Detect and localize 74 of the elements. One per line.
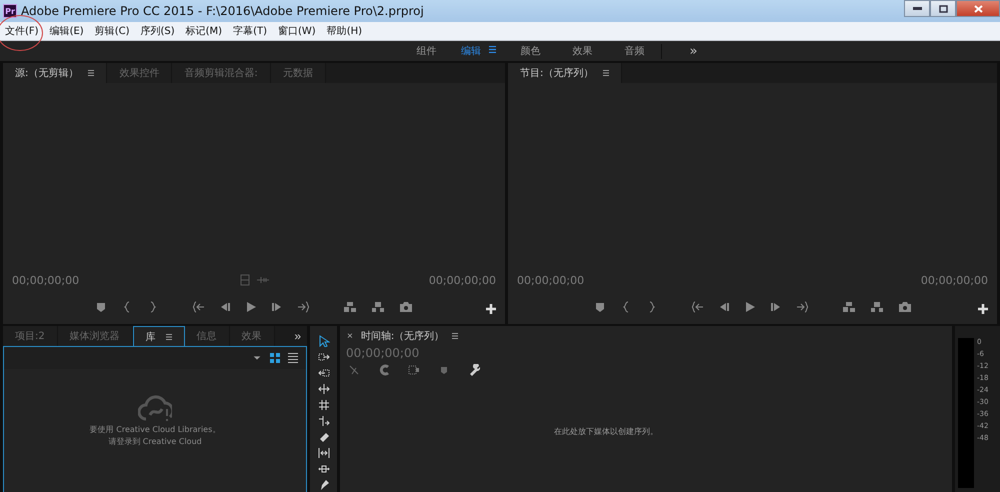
menu-icon[interactable] — [452, 333, 458, 339]
step-forward-icon[interactable] — [770, 301, 782, 313]
close-button[interactable] — [956, 0, 1000, 17]
marker-icon[interactable] — [438, 364, 450, 376]
list-view-icon[interactable] — [288, 353, 298, 363]
menu-item[interactable]: 文件(F) — [4, 24, 40, 38]
menu-icon[interactable] — [603, 70, 610, 76]
camera-icon[interactable] — [399, 301, 413, 313]
menu-item[interactable]: 字幕(T) — [232, 24, 268, 38]
maximize-button[interactable] — [930, 0, 956, 17]
overwrite-icon[interactable] — [371, 301, 385, 313]
go-to-in-icon[interactable] — [692, 301, 704, 313]
menu-icon[interactable] — [88, 70, 94, 76]
magnet-icon[interactable] — [378, 364, 390, 376]
menu-item[interactable]: 帮助(H) — [326, 24, 364, 38]
step-forward-icon[interactable] — [271, 301, 283, 313]
extract-icon[interactable] — [870, 301, 884, 313]
go-to-out-icon[interactable] — [297, 301, 309, 313]
close-button[interactable]: × — [347, 330, 353, 342]
app-logo-icon: Pr — [3, 4, 17, 18]
drop-hint: 在此处放下媒体以创建序列。 — [553, 426, 659, 437]
slip-tool-button[interactable] — [316, 446, 330, 460]
menu-item[interactable]: 剪辑(C) — [94, 24, 130, 38]
grid-view-icon[interactable] — [270, 353, 280, 363]
timecode: 00;00;00;00 — [517, 274, 584, 286]
insert-icon[interactable] — [343, 301, 357, 313]
marker-icon[interactable] — [594, 301, 606, 313]
overflow-button[interactable]: » — [288, 326, 307, 346]
go-to-in-icon[interactable] — [193, 301, 205, 313]
panel-tab[interactable]: 节目:（无序列） — [508, 63, 622, 83]
menu-icon[interactable] — [489, 46, 496, 53]
razor-split-tool-button[interactable] — [316, 414, 330, 428]
menu-item[interactable]: 序列(S) — [139, 24, 176, 38]
workspace-tab[interactable]: 音频 — [608, 43, 661, 59]
menu-item[interactable]: 窗口(W) — [277, 24, 317, 38]
step-back-icon[interactable] — [219, 301, 231, 313]
sign-in-message: 要使用 Creative Cloud Libraries。 — [90, 424, 220, 434]
linked-selection-icon[interactable] — [408, 364, 420, 376]
selection-tool-button[interactable] — [316, 334, 330, 348]
workspace-tab[interactable]: 颜色 — [504, 43, 557, 59]
workspace-tab[interactable]: 效果 — [556, 43, 609, 59]
add-icon[interactable] — [977, 303, 989, 315]
menu-icon[interactable] — [166, 334, 172, 340]
timecode: 00;00;00;00 — [12, 274, 80, 286]
rate-tool-button[interactable] — [316, 398, 330, 412]
minimize-icon — [912, 7, 922, 10]
window-title: Adobe Premiere Pro CC 2015 - F:\2016\Adobe Premiere Pro\2.prproj — [21, 4, 425, 18]
close-icon — [974, 4, 982, 12]
add-icon[interactable] — [485, 303, 497, 315]
workspace-tab[interactable]: 编辑 — [452, 43, 505, 59]
camera-icon[interactable] — [898, 301, 912, 313]
timecode: 00;00;00;00 — [345, 346, 420, 360]
panel-tab[interactable]: 源:（无剪辑） — [3, 63, 108, 83]
overflow-button[interactable]: » — [660, 44, 710, 58]
creative-cloud-icon — [138, 394, 172, 422]
go-to-out-icon[interactable] — [796, 301, 808, 313]
timecode: 00;00;00;00 — [920, 274, 988, 286]
menu-item[interactable]: 标记(M) — [184, 24, 224, 38]
timecode: 00;00;00;00 — [428, 274, 496, 286]
wrench-icon[interactable] — [468, 364, 480, 376]
panel-title: 时间轴:（无序列） — [360, 330, 444, 343]
sign-in-message: 请登录到 Creative Cloud — [108, 436, 202, 446]
step-back-icon[interactable] — [718, 301, 730, 313]
rolling-tool-button[interactable] — [316, 382, 330, 396]
minimize-button[interactable] — [904, 0, 930, 17]
lift-icon[interactable] — [842, 301, 856, 313]
panel-tab[interactable]: 库 — [132, 326, 185, 346]
maximize-icon — [938, 4, 948, 12]
marker-icon[interactable] — [95, 301, 107, 313]
workspace-tab[interactable]: 组件 — [400, 43, 453, 59]
snap-off-icon[interactable] — [348, 364, 360, 376]
menu-item[interactable]: 编辑(E) — [48, 24, 85, 38]
play-icon[interactable] — [744, 301, 756, 313]
play-icon[interactable] — [245, 301, 257, 313]
